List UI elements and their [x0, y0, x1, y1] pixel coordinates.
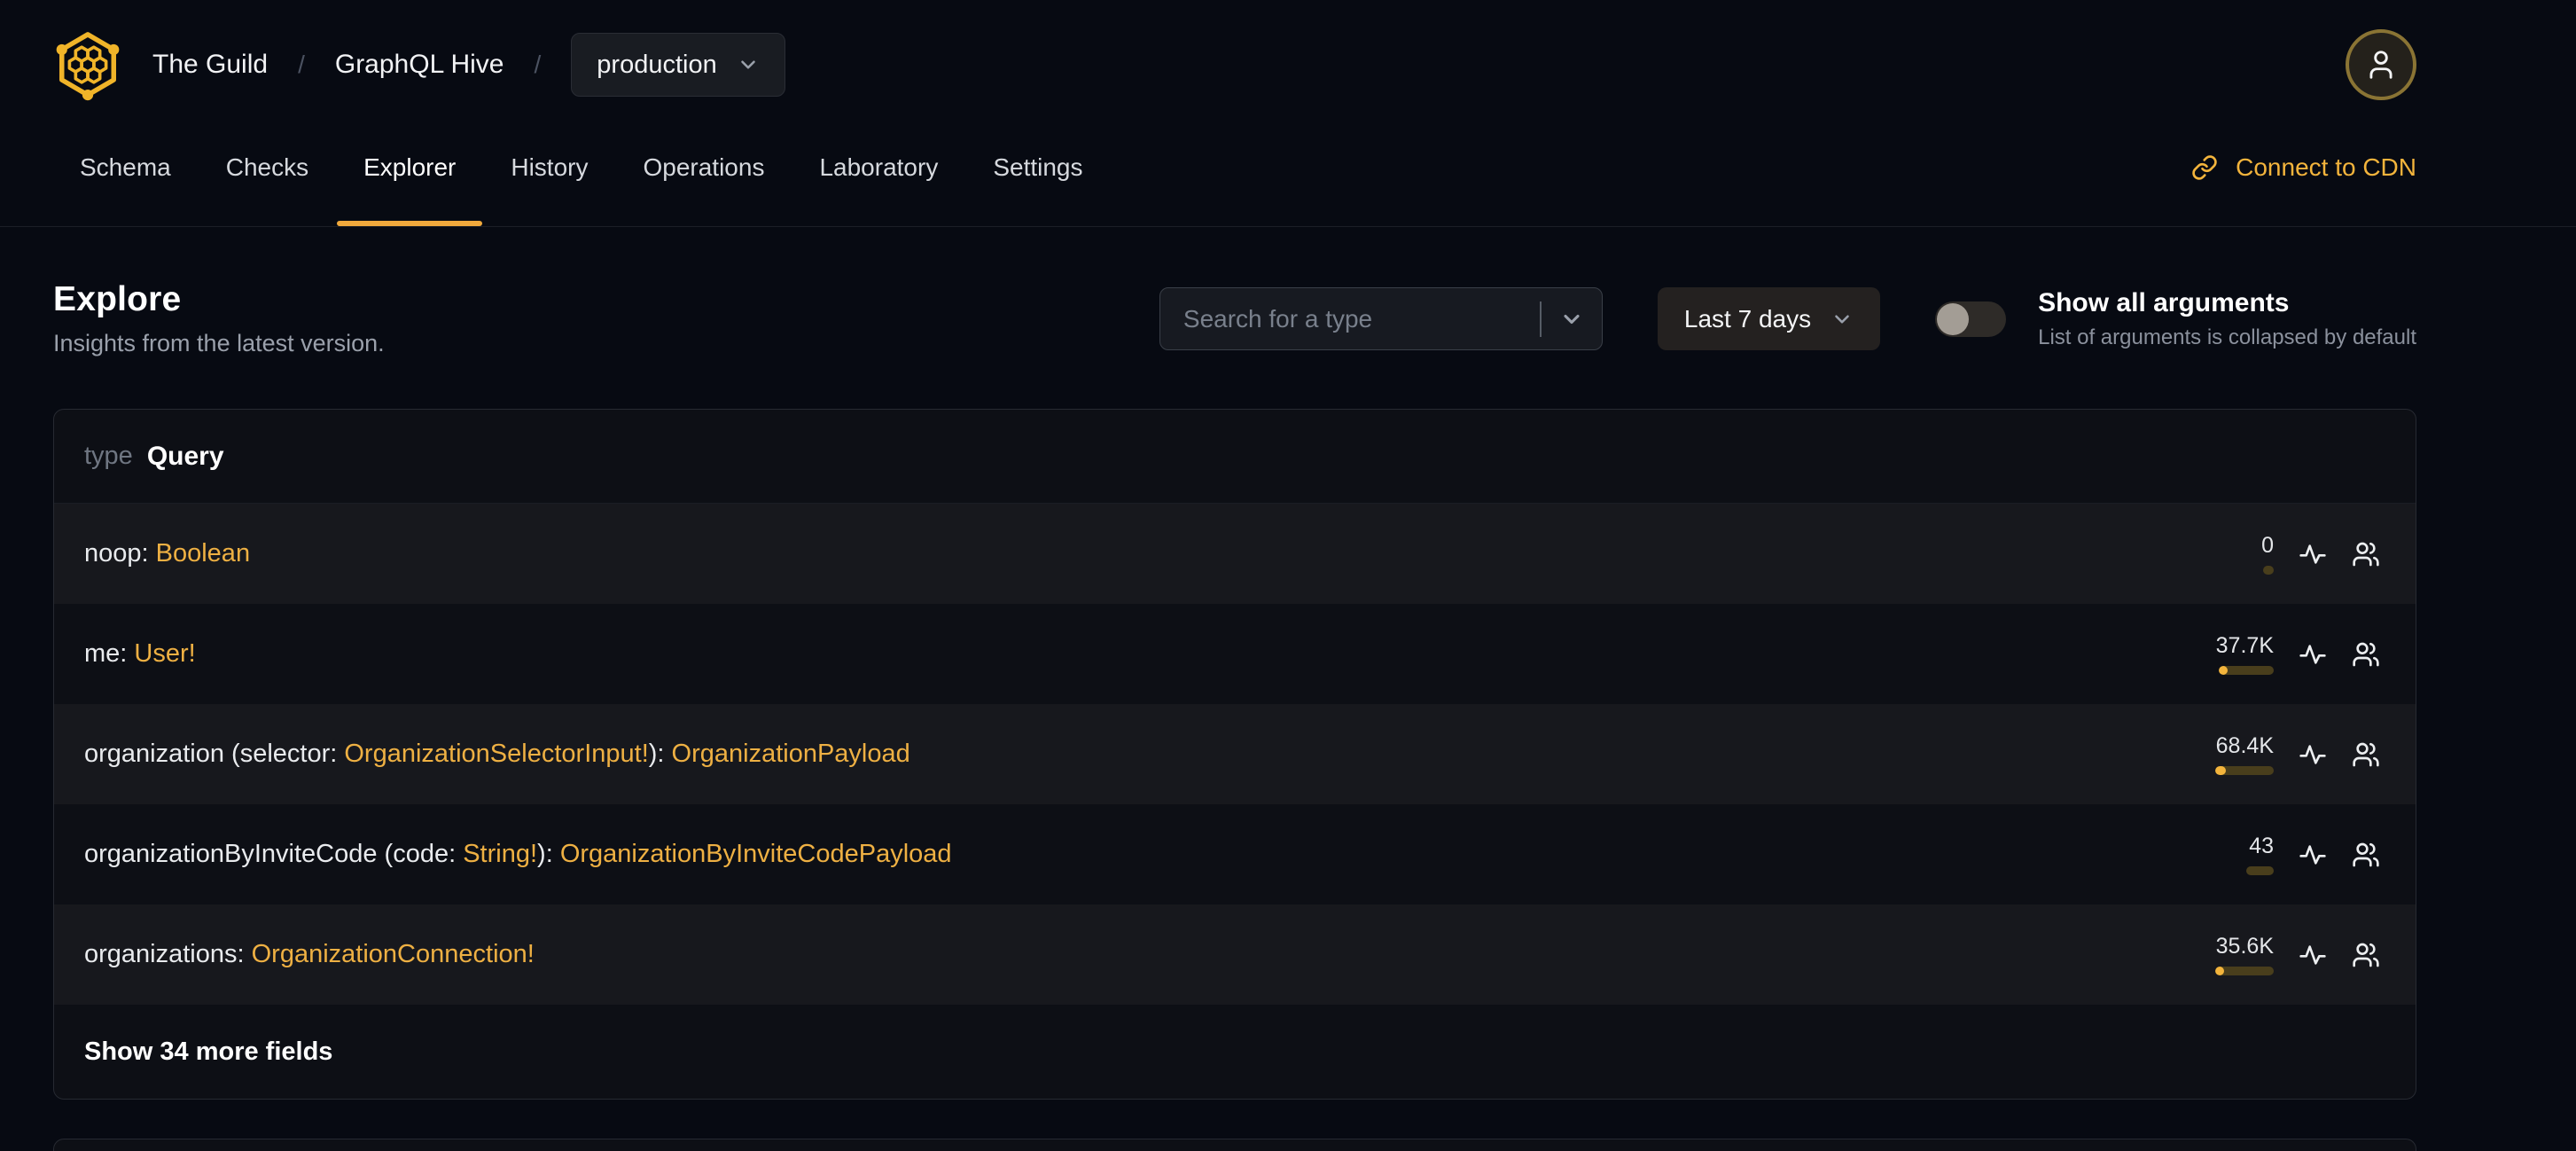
user-icon — [2369, 51, 2393, 79]
period-selector-value: Last 7 days — [1683, 304, 1812, 333]
user-menu-avatar[interactable] — [2346, 29, 2416, 100]
requests-count: 43 — [2249, 834, 2274, 858]
field-clients-button[interactable] — [2352, 540, 2380, 568]
type-link[interactable]: String! — [463, 840, 537, 868]
tab-explorer[interactable]: Explorer — [337, 108, 483, 226]
field-activity-button[interactable] — [2299, 640, 2327, 669]
app-header: The Guild / GraphQL Hive / production Sc… — [0, 0, 2576, 227]
tab-laboratory[interactable]: Laboratory — [819, 108, 938, 226]
page-title: Explore — [53, 280, 182, 318]
field-usage-stat: 43 — [2203, 834, 2274, 875]
type-card: type Query noop: Boolean 0 me: User! 37.… — [53, 409, 2416, 1100]
field-usage-stat: 37.7K — [2203, 633, 2274, 675]
link-icon — [2192, 154, 2217, 180]
field-activity-button[interactable] — [2299, 941, 2327, 969]
type-link[interactable]: Boolean — [156, 539, 250, 568]
type-search-input[interactable] — [1159, 288, 1540, 349]
main-nav: Schema Checks Explorer History Operations Lab… — [0, 108, 2576, 227]
toggle-description: List of arguments is collapsed by defaul… — [2038, 325, 2416, 349]
field-row: organization (selector: OrganizationSele… — [54, 704, 2416, 804]
usage-bar — [2215, 967, 2274, 975]
requests-count: 35.6K — [2215, 934, 2274, 959]
type-link[interactable]: OrganizationSelectorInput! — [344, 740, 648, 768]
breadcrumb-project[interactable]: GraphQL Hive — [335, 50, 504, 80]
target-selector[interactable]: production — [571, 33, 785, 97]
pulse-icon — [2299, 844, 2326, 865]
show-more-fields-button[interactable]: Show 34 more fields — [54, 1005, 2416, 1099]
usage-bar — [2215, 766, 2274, 775]
field-usage-stat: 0 — [2203, 533, 2274, 575]
period-selector[interactable]: Last 7 days — [1657, 287, 1881, 350]
tab-settings[interactable]: Settings — [993, 108, 1082, 226]
usage-bar — [2263, 566, 2274, 575]
field-signature: organizations: OrganizationConnection! — [84, 940, 535, 968]
field-clients-button[interactable] — [2352, 941, 2380, 969]
breadcrumb-separator: / — [534, 51, 542, 78]
breadcrumb-separator: / — [298, 51, 305, 78]
next-type-card — [53, 1139, 2416, 1151]
field-row: me: User! 37.7K — [54, 604, 2416, 704]
type-name: Query — [146, 441, 224, 471]
type-link[interactable]: OrganizationPayload — [672, 740, 910, 768]
chevron-down-icon — [740, 60, 755, 69]
page-subtitle: Insights from the latest version. — [53, 330, 385, 356]
connect-cdn-link[interactable]: Connect to CDN — [2191, 108, 2416, 226]
type-link[interactable]: User! — [134, 639, 195, 668]
breadcrumb: The Guild / GraphQL Hive / production — [152, 33, 785, 97]
chevron-down-icon — [1835, 314, 1849, 324]
pulse-icon — [2299, 544, 2326, 564]
field-clients-button[interactable] — [2352, 640, 2380, 669]
users-icon — [2353, 642, 2379, 666]
tab-history[interactable]: History — [511, 108, 588, 226]
field-signature: me: User! — [84, 639, 196, 668]
usage-bar — [2246, 866, 2274, 875]
requests-count: 0 — [2261, 533, 2274, 558]
breadcrumb-org[interactable]: The Guild — [152, 50, 268, 80]
pulse-icon — [2299, 944, 2326, 965]
show-arguments-toggle[interactable] — [1935, 301, 2007, 337]
field-row: organizations: OrganizationConnection! 3… — [54, 904, 2416, 1005]
type-search-combobox — [1159, 287, 1603, 350]
requests-count: 68.4K — [2215, 733, 2274, 758]
toggle-text-block: Show all arguments List of arguments is … — [2038, 288, 2416, 350]
field-row: organizationByInviteCode (code: String!)… — [54, 804, 2416, 904]
users-icon — [2353, 542, 2379, 566]
toggle-label: Show all arguments — [2038, 287, 2290, 317]
field-row: noop: Boolean 0 — [54, 504, 2416, 604]
chevron-down-icon — [1564, 314, 1580, 324]
type-card-header: type Query — [54, 410, 2416, 504]
field-clients-button[interactable] — [2352, 841, 2380, 869]
type-kind-label: type — [84, 442, 133, 470]
field-signature: organizationByInviteCode (code: String!)… — [84, 840, 952, 868]
toggle-knob — [1937, 302, 1970, 335]
tab-checks[interactable]: Checks — [226, 108, 308, 226]
field-activity-button[interactable] — [2299, 540, 2327, 568]
field-activity-button[interactable] — [2299, 740, 2327, 769]
type-search-dropdown-button[interactable] — [1542, 307, 1602, 332]
requests-count: 37.7K — [2215, 633, 2274, 658]
tab-operations[interactable]: Operations — [643, 108, 764, 226]
field-signature: noop: Boolean — [84, 539, 251, 568]
target-selector-value: production — [597, 50, 717, 79]
field-usage-stat: 68.4K — [2203, 733, 2274, 775]
pulse-icon — [2299, 744, 2326, 764]
tab-schema[interactable]: Schema — [80, 108, 171, 226]
field-clients-button[interactable] — [2352, 740, 2380, 769]
hive-logo — [53, 28, 122, 101]
type-link[interactable]: OrganizationConnection! — [252, 940, 535, 968]
users-icon — [2353, 943, 2379, 967]
users-icon — [2353, 842, 2379, 866]
type-link[interactable]: OrganizationByInviteCodePayload — [560, 840, 952, 868]
connect-cdn-label: Connect to CDN — [2236, 153, 2416, 181]
field-usage-stat: 35.6K — [2203, 934, 2274, 975]
field-activity-button[interactable] — [2299, 841, 2327, 869]
pulse-icon — [2299, 644, 2326, 664]
usage-bar — [2219, 666, 2274, 675]
field-signature: organization (selector: OrganizationSele… — [84, 740, 910, 768]
users-icon — [2353, 742, 2379, 766]
explore-page: Explore Insights from the latest version… — [0, 280, 2576, 1151]
page-heading-block: Explore Insights from the latest version… — [53, 280, 385, 357]
